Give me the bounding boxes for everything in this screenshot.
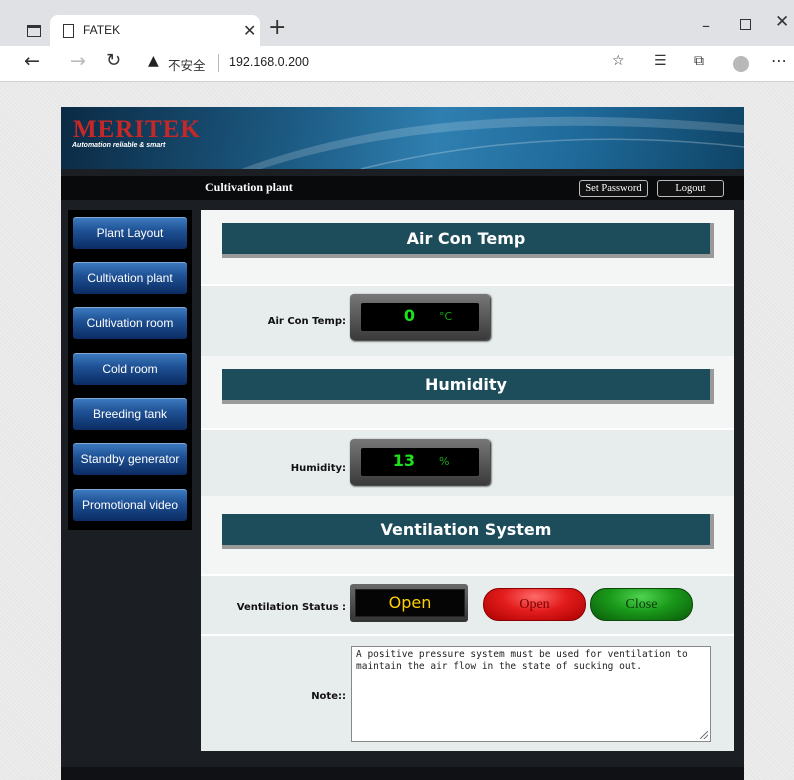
logout-button[interactable]: Logout [657,180,724,197]
more-icon[interactable]: ⋯ [771,51,787,70]
new-tab-icon[interactable]: + [268,17,286,39]
logo-tagline: Automation reliable & smart [72,142,166,149]
sidebar-item-plant-layout[interactable]: Plant Layout [73,217,187,249]
address-bar: ← → ↻ ▲ 不安全 192.168.0.200 ☆ ☰ ⧉ ⋯ [0,46,794,82]
main-content: Air Con Temp Air Con Temp: 0 °C Humidity… [201,210,734,751]
back-icon[interactable]: ← [24,50,40,72]
page-viewport: MERITEK Automation reliable & smart Cult… [0,82,794,780]
note-textarea[interactable]: A positive pressure system must be used … [351,646,711,742]
forward-icon[interactable]: → [70,50,86,72]
minimize-icon[interactable]: – [702,16,710,35]
security-label[interactable]: 不安全 [168,55,206,74]
browser-tab[interactable]: FATEK ✕ [50,15,260,46]
set-password-button[interactable]: Set Password [579,180,648,197]
page-icon [63,24,74,38]
aircon-section-header: Air Con Temp [222,223,714,258]
note-label: Note:: [311,691,346,702]
ventilation-row: Ventilation Status : Open Open Close [201,574,734,636]
sidebar-item-breeding-tank[interactable]: Breeding tank [73,398,187,430]
header-banner: MERITEK Automation reliable & smart [61,107,744,169]
browser-tab-bar: FATEK ✕ + – ✕ [0,0,794,46]
sidebar: Plant Layout Cultivation plant Cultivati… [68,210,192,530]
site-container: MERITEK Automation reliable & smart Cult… [61,107,744,780]
sidebar-item-cultivation-room[interactable]: Cultivation room [73,307,187,339]
refresh-icon[interactable]: ↻ [106,50,121,71]
maximize-icon[interactable] [740,19,751,30]
page-title: Cultivation plant [205,180,293,194]
humidity-value: 13 [392,451,415,470]
aircon-row: Air Con Temp: 0 °C [201,284,734,356]
sidebar-item-promotional-video[interactable]: Promotional video [73,489,187,521]
humidity-section-header: Humidity [222,369,714,404]
sidebar-item-standby-generator[interactable]: Standby generator [73,443,187,475]
humidity-row: Humidity: 13 % [201,428,734,496]
favorites-icon[interactable]: ☰ [654,53,667,69]
ventilation-open-button[interactable]: Open [483,588,586,621]
footer [61,767,744,780]
aircon-display: 0 °C [350,294,490,340]
humidity-display: 13 % [350,439,490,485]
ventilation-status-value: Open [355,589,465,617]
add-favorite-icon[interactable]: ☆ [612,53,625,69]
address-separator [218,54,219,72]
ventilation-section-header: Ventilation System [222,514,714,549]
resize-handle-icon[interactable] [700,731,708,739]
humidity-label: Humidity: [290,463,346,474]
close-icon[interactable]: ✕ [243,21,256,40]
sidebar-item-cultivation-plant[interactable]: Cultivation plant [73,262,187,294]
tab-title: FATEK [83,23,121,37]
url-field[interactable]: 192.168.0.200 [229,55,309,69]
note-row: Note:: A positive pressure system must b… [201,634,734,751]
aircon-label: Air Con Temp: [267,316,346,327]
title-bar: Cultivation plant Set Password Logout [61,176,744,200]
aircon-unit: °C [439,310,453,323]
ventilation-status-display: Open [350,584,468,622]
collections-icon[interactable]: ⧉ [694,53,704,69]
logo: MERITEK [73,116,201,143]
note-text: A positive pressure system must be used … [356,649,688,672]
ventilation-close-button[interactable]: Close [590,588,693,621]
profile-icon[interactable] [733,56,749,72]
aircon-value: 0 [403,306,415,325]
humidity-unit: % [439,455,450,468]
sidebar-item-cold-room[interactable]: Cold room [73,353,187,385]
close-window-icon[interactable]: ✕ [775,12,789,32]
ventilation-status-label: Ventilation Status : [236,602,346,613]
window-icon[interactable] [27,25,41,37]
warning-icon[interactable]: ▲ [148,53,159,69]
